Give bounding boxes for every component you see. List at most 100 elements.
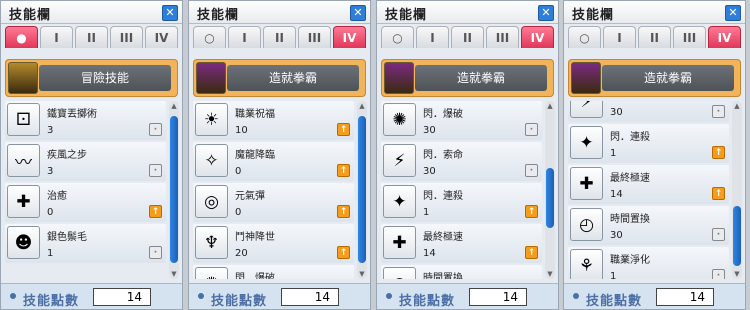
scrollbar[interactable]: ▲ ▼ — [732, 101, 742, 279]
close-button[interactable]: ✕ — [162, 5, 178, 21]
tab-4[interactable]: IV — [708, 26, 741, 48]
tab-1[interactable]: I — [228, 26, 261, 48]
tab-2[interactable]: II — [638, 26, 671, 48]
skill-up-button-disabled: · — [149, 246, 162, 259]
scrollbar[interactable]: ▲ ▼ — [357, 101, 367, 279]
job-category-label: 造就拳霸 — [227, 65, 359, 91]
scroll-up-arrow[interactable]: ▲ — [732, 101, 742, 111]
skill-row: ⚡ 閃．索命 30 · — [381, 142, 542, 181]
tab-0[interactable]: ○ — [193, 26, 226, 48]
class-purify-icon[interactable]: ⚘ — [570, 249, 603, 279]
flash-chain-icon[interactable]: ⚡ — [383, 144, 416, 177]
tab-0[interactable]: ○ — [568, 26, 601, 48]
skill-list-inner: ⚀ 鐵寶丟擲術 3 · 〰疾風之步 3 · ✚ 治癒 0 ↑ ☻ 銀色鬃毛 1 · — [5, 101, 166, 263]
scrollbar[interactable]: ▲ ▼ — [169, 101, 179, 279]
skill-up-button[interactable]: ↑ — [525, 205, 538, 218]
scroll-down-arrow[interactable]: ▼ — [732, 269, 742, 279]
skill-up-button[interactable]: ↑ — [337, 205, 350, 218]
scroll-down-arrow[interactable]: ▼ — [545, 269, 555, 279]
max-speed-icon[interactable]: ✚ — [570, 167, 603, 200]
silver-mane-icon[interactable]: ☻ — [7, 226, 40, 259]
skill-up-button[interactable]: ↑ — [525, 246, 538, 259]
skill-up-button-disabled: · — [525, 164, 538, 177]
energy-orb-icon[interactable]: ◎ — [195, 185, 228, 218]
tab-0[interactable]: ● — [5, 26, 38, 48]
scroll-thumb[interactable] — [546, 167, 554, 228]
scroll-up-arrow[interactable]: ▲ — [545, 101, 555, 111]
scroll-thumb[interactable] — [170, 115, 178, 263]
max-speed-icon[interactable]: ✚ — [383, 226, 416, 259]
tab-2[interactable]: II — [75, 26, 108, 48]
tab-3[interactable]: III — [298, 26, 331, 48]
scrollbar[interactable]: ▲ ▼ — [545, 101, 555, 279]
tab-1[interactable]: I — [603, 26, 636, 48]
skill-row: ◴時間置換· — [381, 265, 542, 279]
skill-up-button[interactable]: ↑ — [712, 187, 725, 200]
tab-4[interactable]: IV — [145, 26, 178, 48]
skill-points-label: 技能點數 — [23, 294, 80, 309]
tab-3[interactable]: III — [486, 26, 519, 48]
tab-1[interactable]: I — [416, 26, 449, 48]
skill-up-button[interactable]: ↑ — [149, 205, 162, 218]
time-swap-icon[interactable]: ◴ — [570, 208, 603, 241]
tab-2[interactable]: II — [451, 26, 484, 48]
heal-cross-icon[interactable]: ✚ — [7, 185, 40, 218]
skill-level: 10 — [235, 125, 248, 136]
job-book-icon — [196, 62, 226, 94]
close-button[interactable]: ✕ — [350, 5, 366, 21]
flash-burst-icon[interactable]: ✺ — [383, 103, 416, 136]
war-god-icon[interactable]: ♆ — [195, 226, 228, 259]
flash-combo-icon[interactable]: ✦ — [570, 126, 603, 159]
scroll-up-arrow[interactable]: ▲ — [169, 101, 179, 111]
skill-points-value: 14 — [469, 288, 527, 306]
close-button[interactable]: ✕ — [538, 5, 554, 21]
skill-list: ☀職業祝福10↑✧魔龍降臨0↑◎元氣彈0↑♆鬥神降世20↑✺閃．爆破· — [193, 101, 354, 279]
skill-row: ✦ 閃．連殺 1 ↑ — [381, 183, 542, 222]
job-category-label: 造就拳霸 — [602, 65, 734, 91]
title-bar[interactable]: 技能欄 ✕ — [189, 1, 370, 24]
tab-4[interactable]: IV — [333, 26, 366, 48]
title-bar[interactable]: 技能欄 ✕ — [1, 1, 182, 24]
job-header: 造就拳霸 — [568, 59, 741, 97]
dragon-descent-icon[interactable]: ✧ — [195, 144, 228, 177]
skill-level: 1 — [610, 148, 617, 159]
feather-icon[interactable]: 〰 — [7, 144, 40, 177]
skill-row: ✚ 最終極速 14 ↑ — [568, 165, 729, 204]
dice-icon[interactable]: ⚀ — [7, 103, 40, 136]
time-swap-icon[interactable]: ◴ — [383, 267, 416, 279]
skill-up-button-disabled: · — [149, 123, 162, 136]
skill-name: 魔龍降臨 — [235, 150, 275, 161]
footer-bar: 技能點數 14 — [377, 283, 558, 309]
tab-2[interactable]: II — [263, 26, 296, 48]
flash-combo-icon[interactable]: ✦ — [383, 185, 416, 218]
scroll-thumb[interactable] — [358, 115, 366, 263]
skill-points-value: 14 — [656, 288, 714, 306]
skill-row: 〰疾風之步 3 · — [5, 142, 166, 181]
tab-4[interactable]: IV — [521, 26, 554, 48]
skill-row: ♆ 鬥神降世 20 ↑ — [193, 224, 354, 263]
skill-up-button[interactable]: ↑ — [337, 164, 350, 177]
scroll-thumb[interactable] — [733, 205, 741, 266]
class-blessing-icon[interactable]: ☀ — [195, 103, 228, 136]
scroll-down-arrow[interactable]: ▼ — [169, 269, 179, 279]
skill-level: 1 — [47, 248, 54, 259]
title-bar[interactable]: 技能欄 ✕ — [564, 1, 745, 24]
tab-1[interactable]: I — [40, 26, 73, 48]
skill-row: ✚ 治癒 0 ↑ — [5, 183, 166, 222]
skill-points-value: 14 — [93, 288, 151, 306]
skill-up-button[interactable]: ↑ — [712, 146, 725, 159]
tab-3[interactable]: III — [673, 26, 706, 48]
scroll-up-arrow[interactable]: ▲ — [357, 101, 367, 111]
tab-0[interactable]: ○ — [381, 26, 414, 48]
flash-burst-icon[interactable]: ✺ — [195, 267, 228, 279]
close-button[interactable]: ✕ — [725, 5, 741, 21]
skill-up-button[interactable]: ↑ — [337, 123, 350, 136]
job-category-label: 冒險技能 — [39, 65, 171, 91]
skill-up-button[interactable]: ↑ — [337, 246, 350, 259]
flash-chain-icon[interactable]: ⚡ — [570, 101, 603, 118]
skill-list-inner: ⚡ 30 · ✦ 閃．連殺 1 ↑ ✚ 最終極速 14 ↑ ◴ 時間置換 30 · ⚘ 職業淨化 1 · — [568, 101, 729, 279]
scroll-down-arrow[interactable]: ▼ — [357, 269, 367, 279]
tab-3[interactable]: III — [110, 26, 143, 48]
title-bar[interactable]: 技能欄 ✕ — [377, 1, 558, 24]
skill-points-label: 技能點數 — [211, 294, 268, 309]
